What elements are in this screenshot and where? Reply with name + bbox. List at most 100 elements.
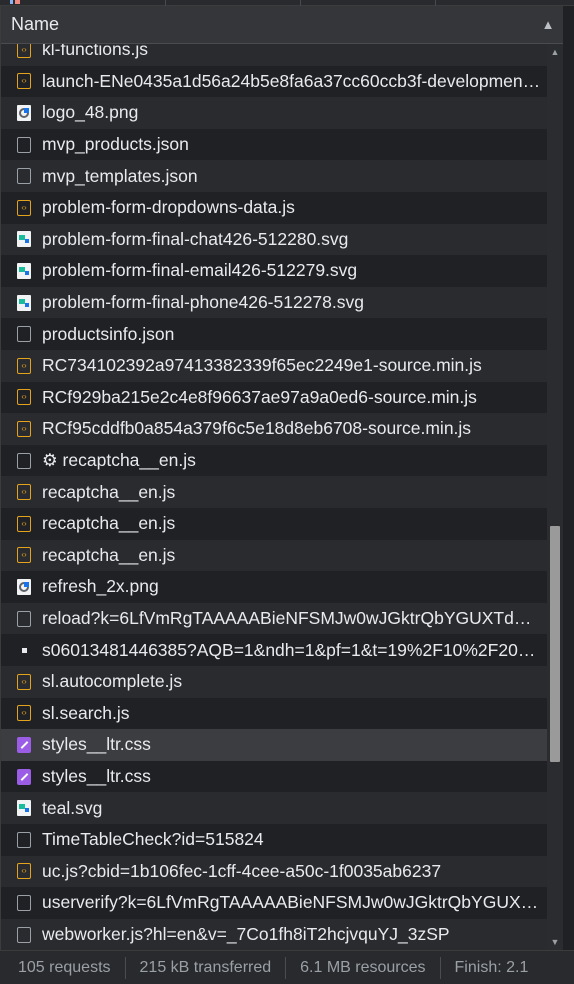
request-name: RCf929ba215e2c4e8f96637ae97a9a0ed6-sourc…	[42, 386, 477, 407]
request-name: mvp_products.json	[42, 134, 189, 155]
requests-count: 105 requests	[0, 956, 126, 979]
request-row[interactable]: logo_48.png	[1, 97, 547, 129]
request-name: mvp_templates.json	[42, 165, 198, 186]
request-name: TimeTableCheck?id=515824	[42, 829, 264, 850]
request-name: styles__ltr.css	[42, 734, 151, 755]
request-name: ⚙ recaptcha__en.js	[42, 450, 196, 471]
request-name: productsinfo.json	[42, 323, 175, 344]
document-icon	[17, 894, 31, 911]
css-file-icon	[17, 736, 31, 753]
request-row[interactable]: reload?k=6LfVmRgTAAAAABieNFSMJw0wJGktrQb…	[1, 602, 547, 635]
request-row[interactable]: s06013481446385?AQB=1&ndh=1&pf=1&t=19%2F…	[1, 634, 547, 666]
document-icon	[17, 168, 31, 185]
js-file-icon	[17, 547, 31, 564]
js-file-icon	[17, 199, 31, 216]
request-row[interactable]: recaptcha__en.js	[1, 539, 547, 572]
name-column-label[interactable]: Name	[1, 14, 533, 35]
request-name: sl.search.js	[42, 702, 130, 723]
document-icon	[17, 452, 31, 469]
request-name: sl.autocomplete.js	[42, 671, 183, 692]
vertical-scrollbar[interactable]: ▲ ▼	[547, 44, 563, 950]
js-file-icon	[17, 73, 31, 90]
finish-time: Finish: 2.1	[454, 958, 529, 976]
request-name: problem-form-final-phone426-512278.svg	[42, 292, 364, 313]
request-row[interactable]: problem-form-dropdowns-data.js	[1, 192, 547, 224]
request-row[interactable]: teal.svg	[1, 792, 547, 824]
js-file-icon	[17, 515, 31, 532]
request-row[interactable]: sl.autocomplete.js	[1, 666, 547, 698]
request-name: reload?k=6LfVmRgTAAAAABieNFSMJw0wJGktrQb…	[42, 608, 547, 629]
document-icon	[17, 136, 31, 153]
request-row[interactable]: refresh_2x.png	[1, 571, 547, 603]
js-file-icon	[17, 705, 31, 722]
request-name: problem-form-final-chat426-512280.svg	[42, 228, 349, 249]
request-name: recaptcha__en.js	[42, 544, 176, 565]
request-name: problem-form-dropdowns-data.js	[42, 197, 295, 218]
request-name: launch-ENe0435a1d56a24b5e8fa6a37cc60ccb3…	[42, 70, 546, 91]
right-gutter	[563, 44, 574, 950]
svg-image-icon	[17, 294, 31, 311]
request-row[interactable]: RCf929ba215e2c4e8f96637ae97a9a0ed6-sourc…	[1, 381, 547, 414]
request-list: kl-functions.js launch-ENe0435a1d56a24b5e…	[1, 44, 547, 950]
resources-size: 6.1 MB resources	[286, 956, 441, 979]
request-row[interactable]: recaptcha__en.js	[1, 476, 547, 508]
document-icon	[17, 610, 31, 627]
js-file-icon	[17, 420, 31, 437]
svg-image-icon	[17, 800, 31, 817]
scroll-down-arrow-icon[interactable]: ▼	[547, 934, 563, 950]
js-file-icon	[17, 44, 31, 58]
request-row[interactable]: kl-functions.js	[1, 44, 547, 66]
request-row[interactable]: webworker.js?hl=en&v=_7Co1fh8iT2hcjvquYJ…	[1, 918, 547, 950]
request-row[interactable]: ⚙ recaptcha__en.js	[1, 444, 547, 477]
request-row[interactable]: uc.js?cbid=1b106fec-1cff-4cee-a50c-1f003…	[1, 855, 547, 888]
request-row[interactable]: recaptcha__en.js	[1, 508, 547, 540]
request-row[interactable]: RC734102392a97413382339f65ec2249e1-sourc…	[1, 350, 547, 382]
css-file-icon	[17, 768, 31, 785]
request-row[interactable]: styles__ltr.css	[1, 760, 547, 793]
js-file-icon	[17, 389, 31, 406]
request-name: styles__ltr.css	[42, 766, 151, 787]
sort-ascending-icon[interactable]: ▲	[533, 17, 563, 32]
record-icon[interactable]	[10, 0, 20, 4]
image-file-icon	[17, 578, 31, 595]
name-column-header[interactable]: Name ▲	[1, 6, 563, 44]
request-name: uc.js?cbid=1b106fec-1cff-4cee-a50c-1f003…	[42, 860, 442, 881]
request-name: webworker.js?hl=en&v=_7Co1fh8iT2hcjvquYJ…	[42, 924, 450, 945]
request-name: teal.svg	[42, 797, 103, 818]
request-row[interactable]: productsinfo.json	[1, 318, 547, 350]
request-name: refresh_2x.png	[42, 576, 159, 597]
request-row[interactable]: sl.search.js	[1, 697, 547, 730]
js-file-icon	[17, 863, 31, 880]
image-file-icon	[17, 104, 31, 121]
request-row[interactable]: problem-form-final-email426-512279.svg	[1, 255, 547, 287]
js-file-icon	[17, 357, 31, 374]
document-icon	[17, 326, 31, 343]
js-file-icon	[17, 673, 31, 690]
request-name: problem-form-final-email426-512279.svg	[42, 260, 358, 281]
scrollbar-thumb[interactable]	[550, 525, 560, 762]
request-name: recaptcha__en.js	[42, 513, 176, 534]
request-row[interactable]: launch-ENe0435a1d56a24b5e8fa6a37cc60ccb3…	[1, 65, 547, 98]
request-row[interactable]: problem-form-final-phone426-512278.svg	[1, 286, 547, 319]
document-icon	[17, 926, 31, 943]
request-name: logo_48.png	[42, 102, 139, 123]
header-gutter	[563, 6, 574, 44]
svg-image-icon	[17, 262, 31, 279]
request-row[interactable]: styles__ltr.css	[1, 729, 547, 761]
request-row[interactable]: mvp_templates.json	[1, 160, 547, 192]
request-row[interactable]: RCf95cddfb0a854a379f6c5e18d8eb6708-sourc…	[1, 413, 547, 445]
network-request-list-panel: Name ▲ kl-functions.js launch-ENe0435a1d5…	[0, 6, 574, 950]
network-summary-bar: 105 requests 215 kB transferred 6.1 MB r…	[0, 950, 574, 984]
scroll-up-arrow-icon[interactable]: ▲	[547, 44, 563, 60]
request-name: userverify?k=6LfVmRgTAAAAABieNFSMJw0wJGk…	[42, 892, 547, 913]
request-name: kl-functions.js	[42, 44, 149, 60]
request-row[interactable]: problem-form-final-chat426-512280.svg	[1, 223, 547, 256]
request-name: recaptcha__en.js	[42, 481, 176, 502]
pixel-icon	[17, 642, 31, 658]
request-name: RC734102392a97413382339f65ec2249e1-sourc…	[42, 355, 482, 376]
request-row[interactable]: TimeTableCheck?id=515824	[1, 824, 547, 856]
request-row[interactable]: userverify?k=6LfVmRgTAAAAABieNFSMJw0wJGk…	[1, 887, 547, 919]
request-row[interactable]: mvp_products.json	[1, 128, 547, 161]
request-name: s06013481446385?AQB=1&ndh=1&pf=1&t=19%2F…	[42, 639, 546, 660]
document-icon	[17, 831, 31, 848]
